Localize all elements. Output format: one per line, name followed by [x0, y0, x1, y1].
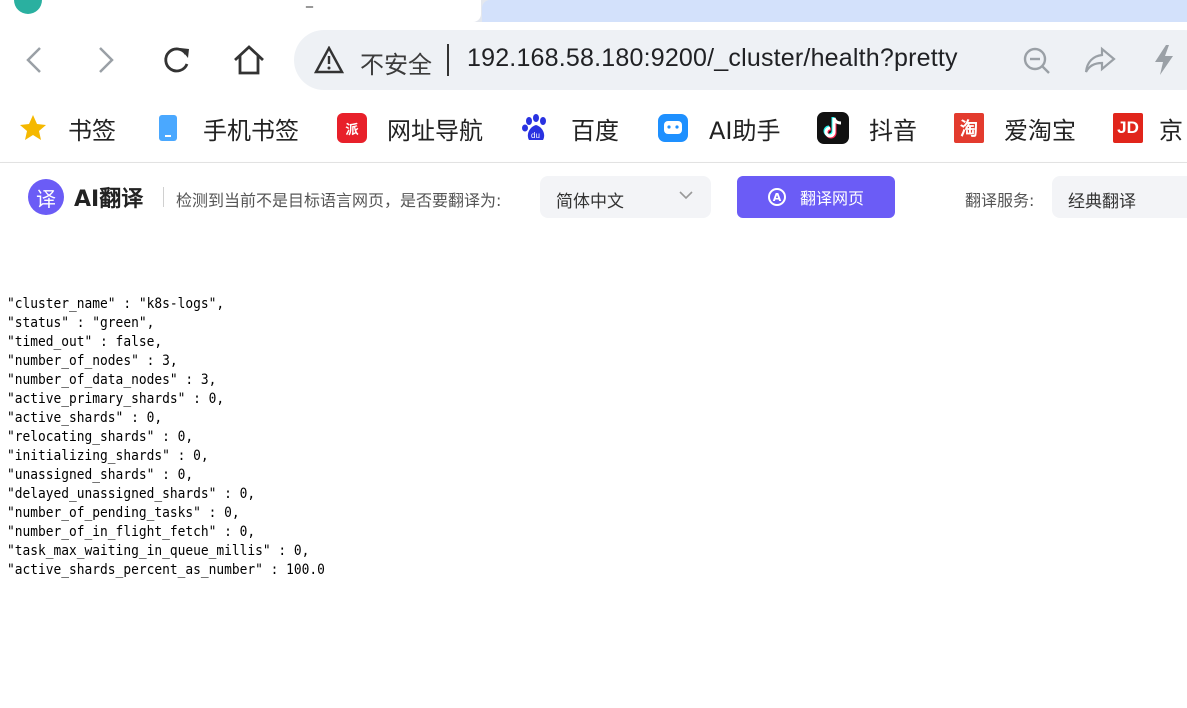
translate-a-icon: A [767, 188, 786, 206]
forward-button[interactable] [86, 38, 126, 82]
douyin-icon [817, 112, 849, 144]
bookmark-mobile[interactable]: 手机书签 [153, 110, 299, 146]
bookmark-label: AI助手 [709, 116, 781, 145]
reload-icon [164, 47, 189, 73]
translate-divider [163, 187, 164, 207]
json-line: "delayed_unassigned_shards" : 0, [7, 486, 256, 502]
json-line: "cluster_name" : "k8s-logs", [7, 296, 225, 312]
target-language-select[interactable]: 简体中文 [540, 176, 711, 218]
json-line: "number_of_pending_tasks" : 0, [7, 505, 240, 521]
tab-close-icon[interactable]: _ [306, 0, 313, 8]
bookmark-douyin[interactable]: 抖音 [817, 110, 917, 146]
phone-bookmark-icon [159, 115, 177, 141]
json-line: "task_max_waiting_in_queue_millis" : 0, [7, 543, 310, 559]
translate-service-value: 经典翻译 [1068, 192, 1136, 212]
bookmark-label: 京 [1159, 116, 1183, 145]
json-line: "active_shards_percent_as_number" : 100.… [7, 562, 325, 578]
insecure-label[interactable]: 不安全 [360, 45, 432, 80]
url-text[interactable]: 192.168.58.180:9200/_cluster/health?pret… [467, 44, 958, 73]
json-line: "status" : "green", [7, 315, 155, 331]
translate-page-button[interactable]: A 翻译网页 [737, 176, 895, 218]
translate-service-select[interactable]: 经典翻译 [1052, 176, 1187, 218]
taobao-icon: 淘 [954, 113, 984, 143]
bookmark-ai-assistant[interactable]: AI助手 [657, 110, 781, 146]
translate-service-label: 翻译服务: [965, 191, 1035, 210]
json-line: "unassigned_shards" : 0, [7, 467, 194, 483]
json-response: "cluster_name" : "k8s-logs", "status" : … [7, 295, 325, 580]
translate-prompt: 检测到当前不是目标语言网页，是否要翻译为: [176, 191, 502, 210]
warning-icon[interactable] [314, 46, 344, 74]
translate-page-label: 翻译网页 [799, 189, 864, 208]
zoom-out-icon[interactable] [1022, 46, 1052, 76]
baidu-icon: du [522, 114, 546, 140]
address-bar[interactable]: 不安全 192.168.58.180:9200/_cluster/health?… [294, 30, 1187, 90]
ai-assistant-icon [658, 114, 688, 142]
translate-brand: AI翻译 [74, 187, 144, 212]
bookmark-label: 爱淘宝 [1004, 116, 1076, 145]
json-line: "number_of_in_flight_fetch" : 0, [7, 524, 256, 540]
json-line: "active_shards" : 0, [7, 410, 163, 426]
bookmarks-bar: 书签 手机书签 派 网址导航 du 百度 AI助手 抖音 淘 爱淘宝 JD 京 [0, 100, 1187, 163]
json-line: "active_primary_shards" : 0, [7, 391, 225, 407]
jd-icon: JD [1113, 113, 1143, 143]
bookmark-taobao[interactable]: 淘 爱淘宝 [954, 110, 1076, 146]
target-language-value: 简体中文 [556, 192, 624, 212]
bookmark-label: 抖音 [869, 116, 917, 145]
nav-site-icon: 派 [337, 113, 367, 143]
translate-logo-icon: 译 [28, 179, 64, 215]
translate-bar: 译 AI翻译 检测到当前不是目标语言网页，是否要翻译为: 简体中文 A 翻译网页… [0, 163, 1187, 231]
bookmark-label: 网址导航 [387, 116, 483, 145]
bookmark-jd[interactable]: JD 京 [1113, 110, 1183, 146]
tab-favicon-icon [14, 0, 42, 14]
home-button[interactable] [229, 38, 269, 82]
bookmark-label: 手机书签 [203, 116, 299, 145]
lightning-icon[interactable] [1152, 44, 1176, 76]
json-line: "timed_out" : false, [7, 334, 163, 350]
json-line: "number_of_nodes" : 3, [7, 353, 178, 369]
svg-text:du: du [531, 131, 540, 140]
bookmark-nav[interactable]: 派 网址导航 [337, 110, 483, 146]
page-content: "cluster_name" : "k8s-logs", "status" : … [0, 231, 1187, 708]
navigation-bar: 不安全 192.168.58.180:9200/_cluster/health?… [0, 22, 1187, 100]
tab-strip: _ [0, 0, 1187, 22]
json-line: "initializing_shards" : 0, [7, 448, 209, 464]
back-button[interactable] [14, 38, 54, 82]
bookmark-baidu[interactable]: du 百度 [521, 110, 619, 146]
json-line: "number_of_data_nodes" : 3, [7, 372, 217, 388]
chevron-down-icon [679, 191, 693, 200]
bookmark-label: 百度 [571, 116, 619, 145]
address-separator [447, 44, 449, 76]
active-tab[interactable]: _ [0, 0, 481, 22]
bookmark-label: 书签 [68, 116, 116, 145]
home-icon [234, 45, 264, 75]
bookmark-bookmarks[interactable]: 书签 [18, 110, 116, 146]
share-icon[interactable] [1084, 46, 1116, 74]
star-icon [20, 115, 46, 140]
back-arrow-icon [26, 47, 41, 73]
tab-strip-empty-area[interactable] [482, 0, 1187, 22]
forward-arrow-icon [99, 47, 114, 73]
json-line: "relocating_shards" : 0, [7, 429, 194, 445]
reload-button[interactable] [157, 38, 197, 82]
